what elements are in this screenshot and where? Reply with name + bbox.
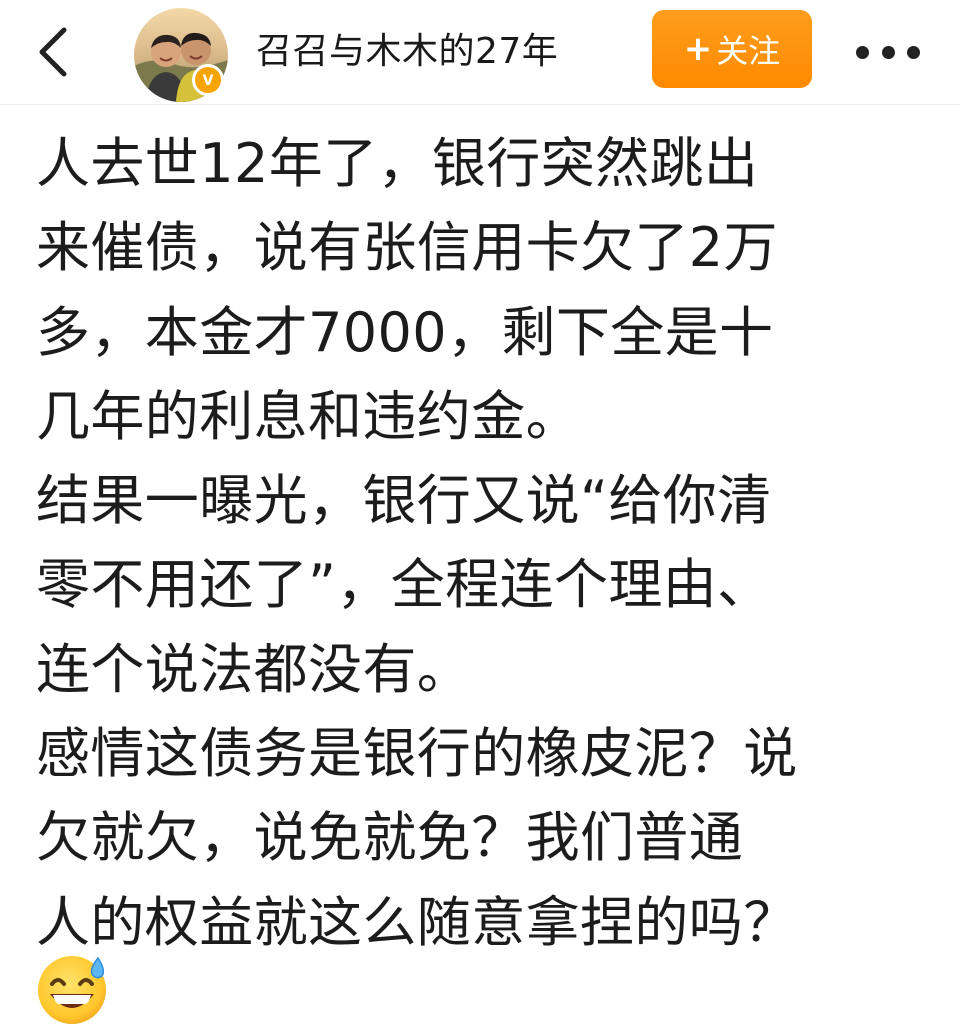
- grinning-sweat-emoji: [36, 952, 110, 1026]
- account-name[interactable]: 召召与木木的27年: [256, 26, 558, 78]
- post-line: 零不用还了”，全程连个理由、: [36, 553, 772, 617]
- verified-mark: V: [203, 73, 214, 89]
- post-header: V 召召与木木的27年 + 关注: [0, 0, 960, 104]
- verified-check-glyph: V: [203, 73, 214, 89]
- plus-icon: +: [683, 29, 713, 69]
- post-line: 结果一曝光，银行又说“给你清: [36, 469, 772, 533]
- post-line: 感情这债务是银行的橡皮泥？说: [36, 722, 798, 786]
- post-line: 来催债，说有张信用卡欠了2万: [36, 216, 778, 280]
- post-line: 多，本金才7000，剩下全是十: [36, 300, 774, 364]
- post-line: 人的权益就这么随意拿捏的吗？: [36, 890, 798, 954]
- emoji-face-icon: [38, 956, 106, 1024]
- more-dot: [907, 45, 920, 59]
- post-line: 人去世12年了，银行突然跳出: [36, 132, 759, 195]
- post-line: 欠就欠，说免就免？我们普通: [36, 806, 744, 870]
- back-button[interactable]: [24, 20, 84, 84]
- post-line: 几年的利息和违约金。: [36, 384, 580, 448]
- verified-badge-icon: V: [192, 64, 224, 96]
- more-horizontal-icon[interactable]: [856, 28, 920, 76]
- follow-button[interactable]: + 关注: [652, 10, 812, 88]
- post-text: 人去世12年了，银行突然跳出 来催债，说有张信用卡欠了2万 多，本金才7000，…: [36, 122, 924, 965]
- header-divider: [0, 104, 960, 105]
- more-dot: [856, 45, 869, 59]
- post-line: 连个说法都没有。: [36, 637, 472, 701]
- more-dot: [881, 45, 895, 59]
- follow-label: 关注: [716, 32, 781, 70]
- chevron-left-icon: [39, 27, 67, 77]
